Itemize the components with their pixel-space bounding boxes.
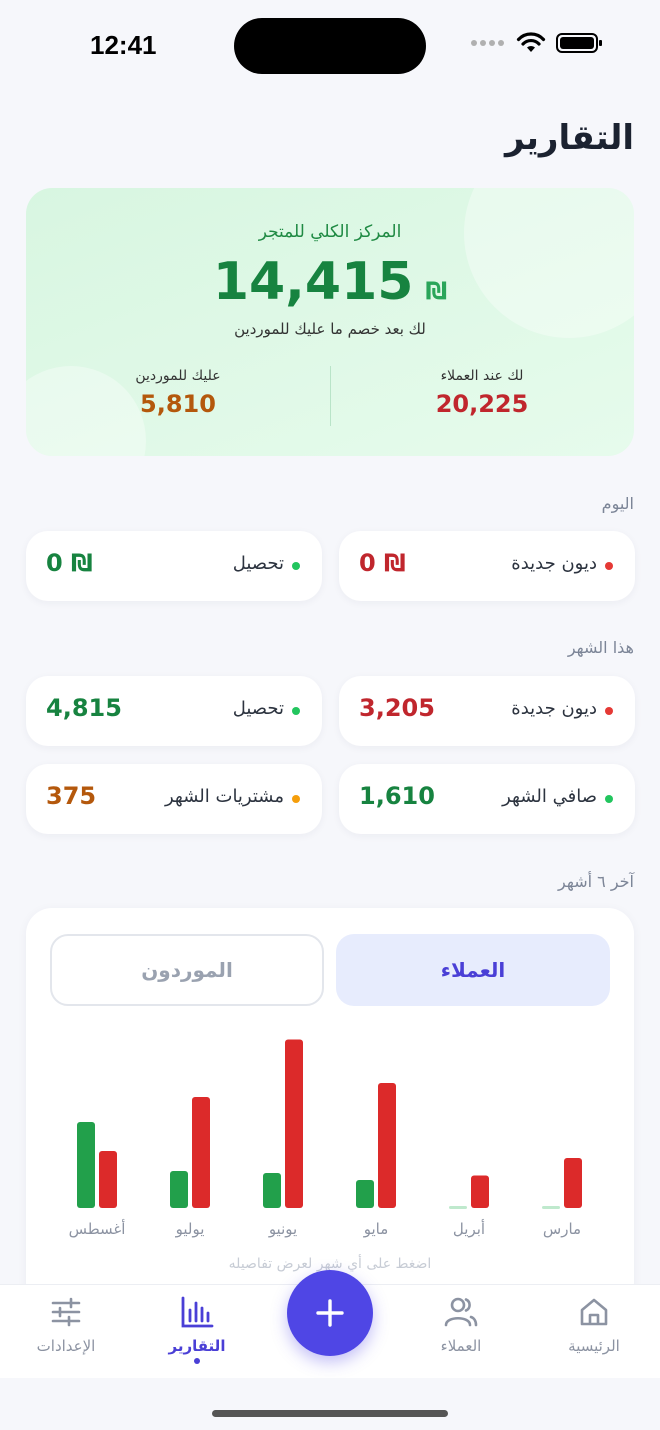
status-dot xyxy=(292,795,300,803)
chart-bar[interactable] xyxy=(99,1151,117,1208)
signal-icon xyxy=(471,40,504,46)
add-button[interactable] xyxy=(287,1270,373,1356)
chart-bar[interactable] xyxy=(356,1180,374,1208)
chart-month-label: أبريل xyxy=(453,1219,485,1238)
store-balance-amount: 14,415 ₪ xyxy=(26,252,634,312)
receivable-value: 20,225 xyxy=(435,390,529,418)
status-dot xyxy=(605,562,613,570)
monthly-bar-chart: مارس أبريل مايو يونيو يوليو أغسطس xyxy=(69,1039,582,1238)
bar-chart-icon xyxy=(181,1296,214,1328)
home-indicator xyxy=(212,1410,448,1417)
section-title-month: هذا الشهر xyxy=(567,638,634,657)
status-dot xyxy=(605,795,613,803)
stat-label: صافي الشهر xyxy=(502,786,597,807)
chart-bar[interactable] xyxy=(263,1173,281,1208)
chart-month-label: مايو xyxy=(363,1220,389,1238)
store-balance-label: المركز الكلي للمتجر xyxy=(258,222,402,242)
today-collection-card[interactable]: تحصيل 0 ₪ xyxy=(26,531,322,601)
payable-label: عليك للموردين xyxy=(135,368,221,384)
section-title-today: اليوم xyxy=(601,494,634,513)
tab-home[interactable]: الرئيسية xyxy=(539,1295,649,1355)
store-balance-card: المركز الكلي للمتجر 14,415 ₪ لك بعد خصم م… xyxy=(26,188,634,456)
tab-label: الإعدادات xyxy=(36,1337,96,1355)
active-indicator xyxy=(194,1358,200,1364)
month-collection-card[interactable]: تحصيل 4,815 xyxy=(26,676,322,746)
tab-label: التقارير xyxy=(168,1337,226,1355)
stat-value: 0 ₪ xyxy=(359,549,406,577)
chart-bar[interactable] xyxy=(471,1175,489,1209)
chart-bar[interactable] xyxy=(564,1158,582,1208)
wifi-icon xyxy=(516,32,546,52)
store-balance-subtitle: لك بعد خصم ما عليك للموردين xyxy=(234,320,426,338)
chart-month-label: يوليو xyxy=(175,1220,205,1238)
receivable-summary: لك عند العملاء 20,225 xyxy=(330,368,634,418)
tab-reports[interactable]: التقارير xyxy=(142,1295,252,1364)
payable-value: 5,810 xyxy=(140,390,216,418)
shekel-icon: ₪ xyxy=(425,277,448,305)
monthly-chart-card: العملاء الموردون مارس أبريل مايو يونيو يوليو… xyxy=(26,908,634,1308)
store-balance-value: 14,415 xyxy=(212,252,414,312)
page-title: التقارير xyxy=(504,118,634,158)
status-dot xyxy=(292,707,300,715)
sliders-icon xyxy=(51,1297,81,1327)
stat-value: 0 ₪ xyxy=(46,549,93,577)
stat-label: مشتريات الشهر xyxy=(165,786,284,807)
section-title-last-six: آخر ٦ أشهر xyxy=(558,872,634,891)
segment-customers[interactable]: العملاء xyxy=(336,934,610,1006)
month-new-debts-card[interactable]: ديون جديدة 3,205 xyxy=(339,676,635,746)
stat-label: تحصيل xyxy=(232,698,284,719)
stat-label: ديون جديدة xyxy=(511,698,597,719)
chart-bar[interactable] xyxy=(285,1039,303,1209)
chart-bar[interactable] xyxy=(378,1083,396,1208)
chart-bar[interactable] xyxy=(170,1171,188,1208)
today-new-debts-card[interactable]: ديون جديدة 0 ₪ xyxy=(339,531,635,601)
chart-month-label: مارس xyxy=(543,1220,581,1238)
chart-bar[interactable] xyxy=(192,1097,210,1208)
status-time: 12:41 xyxy=(90,30,157,60)
chart-bar[interactable] xyxy=(542,1206,560,1209)
tab-settings[interactable]: الإعدادات xyxy=(11,1295,121,1355)
stat-value: 4,815 xyxy=(46,694,122,722)
payable-summary: عليك للموردين 5,810 xyxy=(26,368,330,418)
month-net-card[interactable]: صافي الشهر 1,610 xyxy=(339,764,635,834)
dynamic-island xyxy=(234,18,426,74)
chart-bar[interactable] xyxy=(77,1122,95,1208)
tab-label: الرئيسية xyxy=(568,1337,620,1355)
battery-icon xyxy=(556,33,602,53)
status-dot xyxy=(292,562,300,570)
status-dot xyxy=(605,707,613,715)
chart-month-label: يونيو xyxy=(268,1220,297,1238)
status-icons xyxy=(470,32,602,54)
chart-bar[interactable] xyxy=(449,1206,467,1209)
users-icon xyxy=(444,1297,478,1327)
status-bar: 12:41 xyxy=(0,0,660,90)
plus-icon xyxy=(316,1299,344,1327)
month-purchases-card[interactable]: مشتريات الشهر 375 xyxy=(26,764,322,834)
receivable-label: لك عند العملاء xyxy=(440,368,524,384)
stat-value: 375 xyxy=(46,782,97,810)
home-indicator-area xyxy=(0,1378,660,1430)
stat-value: 1,610 xyxy=(359,782,435,810)
segment-suppliers[interactable]: الموردون xyxy=(50,934,324,1006)
stat-label: ديون جديدة xyxy=(511,553,597,574)
chart-month-label: أغسطس xyxy=(69,1219,126,1238)
tab-label: العملاء xyxy=(440,1337,482,1355)
tab-customers[interactable]: العملاء xyxy=(406,1295,516,1355)
stat-label: تحصيل xyxy=(232,553,284,574)
stat-value: 3,205 xyxy=(359,694,435,722)
home-icon xyxy=(580,1298,608,1326)
